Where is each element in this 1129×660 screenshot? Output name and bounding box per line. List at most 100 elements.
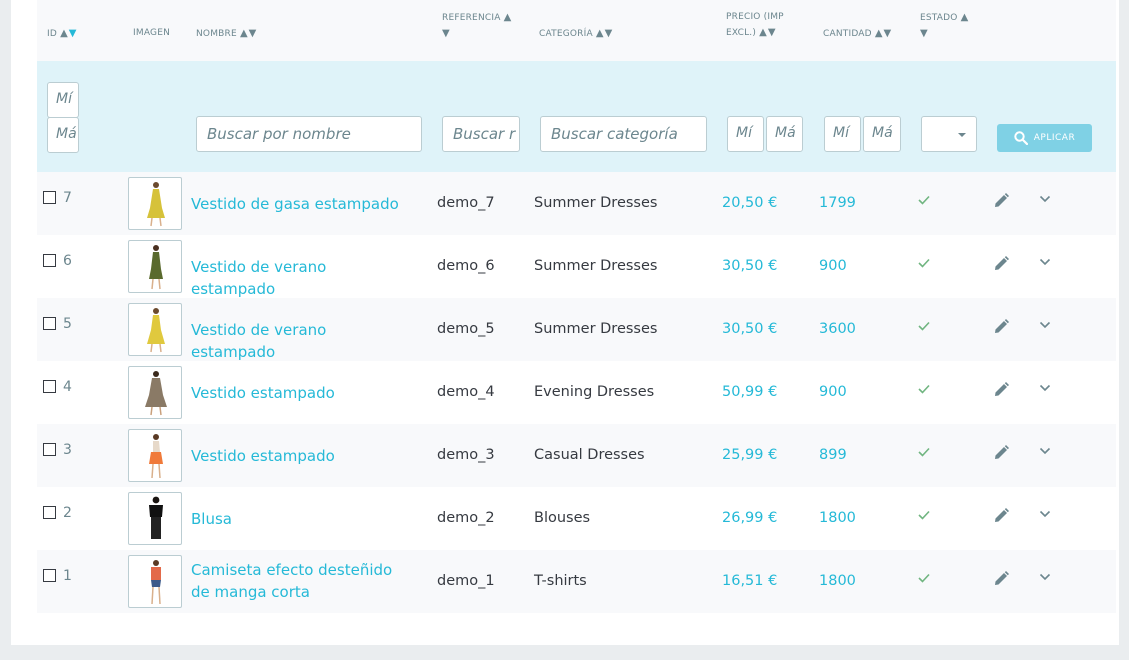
reference-search-input[interactable]: Buscar r — [442, 116, 520, 152]
check-icon[interactable] — [917, 256, 931, 270]
product-reference: demo_4 — [437, 384, 495, 400]
check-icon[interactable] — [917, 193, 931, 207]
check-icon[interactable] — [917, 445, 931, 459]
product-quantity[interactable]: 3600 — [819, 321, 856, 337]
id-max-input[interactable]: Má — [47, 117, 79, 153]
product-name-link[interactable]: Vestido de verano estampado — [191, 319, 411, 363]
row-checkbox[interactable] — [43, 254, 56, 267]
table-row[interactable]: 2 Blusa demo_2 Blouses 26,99 € 1800 — [37, 487, 1116, 550]
table-row[interactable]: 7 Vestido de gasa estampado demo_7 Summe… — [37, 172, 1116, 235]
product-reference: demo_5 — [437, 321, 495, 337]
chevron-down-icon[interactable] — [1039, 509, 1051, 519]
product-image — [149, 496, 163, 539]
sort-arrows[interactable]: ▲▼ — [60, 28, 77, 39]
product-reference: demo_1 — [437, 573, 495, 589]
product-thumbnail[interactable] — [128, 177, 182, 230]
product-image — [149, 245, 163, 290]
status-select[interactable] — [921, 116, 977, 152]
product-quantity[interactable]: 1800 — [819, 510, 856, 526]
product-price[interactable]: 30,50 € — [722, 258, 777, 274]
sort-arrows[interactable]: ▲▼ — [759, 27, 776, 38]
chevron-down-icon[interactable] — [1039, 257, 1051, 267]
product-price[interactable]: 16,51 € — [722, 573, 777, 589]
product-name-link[interactable]: Vestido de verano estampado — [191, 256, 411, 300]
product-thumbnail[interactable] — [128, 366, 182, 419]
check-icon[interactable] — [917, 319, 931, 333]
pencil-icon[interactable] — [992, 192, 1010, 210]
sort-arrows[interactable]: ▲▼ — [875, 28, 892, 39]
row-checkbox[interactable] — [43, 380, 56, 393]
header-name[interactable]: Nombre ▲▼ — [196, 26, 257, 42]
check-icon[interactable] — [917, 571, 931, 585]
sort-down-arrow[interactable]: ▼ — [920, 28, 929, 39]
table-header: ID ▲▼ Imagen Nombre ▲▼ Referencia ▲ ▼ Ca… — [37, 0, 1116, 61]
quantity-min-input[interactable]: Mí — [824, 116, 861, 152]
category-search-input[interactable]: Buscar categoría — [540, 116, 707, 152]
price-max-input[interactable]: Má — [766, 116, 803, 152]
product-price[interactable]: 26,99 € — [722, 510, 777, 526]
product-id: 5 — [63, 316, 72, 332]
row-checkbox[interactable] — [43, 443, 56, 456]
product-quantity[interactable]: 899 — [819, 447, 847, 463]
price-min-input[interactable]: Mí — [727, 116, 764, 152]
chevron-down-icon[interactable] — [1039, 446, 1051, 456]
sort-up-arrow[interactable]: ▲ — [961, 12, 970, 23]
header-reference[interactable]: Referencia ▲ ▼ — [442, 10, 512, 42]
table-row[interactable]: 3 Vestido estampado demo_3 Casual Dresse… — [37, 424, 1116, 487]
row-checkbox[interactable] — [43, 191, 56, 204]
check-icon[interactable] — [917, 508, 931, 522]
sort-arrows[interactable]: ▲▼ — [240, 28, 257, 39]
product-price[interactable]: 25,99 € — [722, 447, 777, 463]
header-id[interactable]: ID ▲▼ — [47, 26, 77, 42]
pencil-icon[interactable] — [992, 444, 1010, 462]
product-price[interactable]: 50,99 € — [722, 384, 777, 400]
product-category: Evening Dresses — [534, 384, 655, 400]
product-quantity[interactable]: 1800 — [819, 573, 856, 589]
product-thumbnail[interactable] — [128, 555, 182, 608]
product-thumbnail[interactable] — [128, 240, 182, 293]
table-row[interactable]: 6 Vestido de verano estampado demo_6 Sum… — [37, 235, 1116, 298]
product-name-link[interactable]: Vestido estampado — [191, 382, 411, 404]
chevron-down-icon[interactable] — [1039, 572, 1051, 582]
row-checkbox[interactable] — [43, 317, 56, 330]
product-quantity[interactable]: 1799 — [819, 195, 856, 211]
header-price[interactable]: Precio (imp excl.) ▲▼ — [726, 10, 784, 41]
product-name-link[interactable]: Vestido de gasa estampado — [191, 193, 411, 215]
header-category[interactable]: Categoría ▲▼ — [539, 26, 613, 42]
product-reference: demo_6 — [437, 258, 495, 274]
row-checkbox[interactable] — [43, 506, 56, 519]
product-price[interactable]: 30,50 € — [722, 321, 777, 337]
product-thumbnail[interactable] — [128, 492, 182, 545]
header-quantity[interactable]: Cantidad ▲▼ — [823, 26, 892, 42]
product-reference: demo_7 — [437, 195, 495, 211]
product-thumbnail[interactable] — [128, 429, 182, 482]
product-name-link[interactable]: Vestido estampado — [191, 445, 411, 467]
product-quantity[interactable]: 900 — [819, 258, 847, 274]
chevron-down-icon[interactable] — [1039, 320, 1051, 330]
table-row[interactable]: 1 Camiseta efecto desteñido de manga cor… — [37, 550, 1116, 613]
sort-down-arrow[interactable]: ▼ — [442, 28, 451, 39]
pencil-icon[interactable] — [992, 318, 1010, 336]
pencil-icon[interactable] — [992, 570, 1010, 588]
product-name-link[interactable]: Camiseta efecto desteñido de manga corta — [191, 559, 411, 603]
product-quantity[interactable]: 900 — [819, 384, 847, 400]
pencil-icon[interactable] — [992, 381, 1010, 399]
pencil-icon[interactable] — [992, 255, 1010, 273]
chevron-down-icon[interactable] — [1039, 383, 1051, 393]
id-min-input[interactable]: Mí — [47, 82, 79, 118]
check-icon[interactable] — [917, 382, 931, 396]
product-price[interactable]: 20,50 € — [722, 195, 777, 211]
row-checkbox[interactable] — [43, 569, 56, 582]
sort-up-arrow[interactable]: ▲ — [504, 12, 513, 23]
apply-filter-button[interactable]: APLICAR — [997, 124, 1092, 152]
chevron-down-icon[interactable] — [1039, 194, 1051, 204]
sort-arrows[interactable]: ▲▼ — [596, 28, 613, 39]
header-status[interactable]: Estado ▲ ▼ — [920, 10, 969, 42]
pencil-icon[interactable] — [992, 507, 1010, 525]
product-name-link[interactable]: Blusa — [191, 508, 411, 530]
product-thumbnail[interactable] — [128, 303, 182, 356]
name-search-input[interactable]: Buscar por nombre — [196, 116, 422, 152]
table-row[interactable]: 5 Vestido de verano estampado demo_5 Sum… — [37, 298, 1116, 361]
quantity-max-input[interactable]: Má — [863, 116, 901, 152]
table-row[interactable]: 4 Vestido estampado demo_4 Evening Dress… — [37, 361, 1116, 424]
